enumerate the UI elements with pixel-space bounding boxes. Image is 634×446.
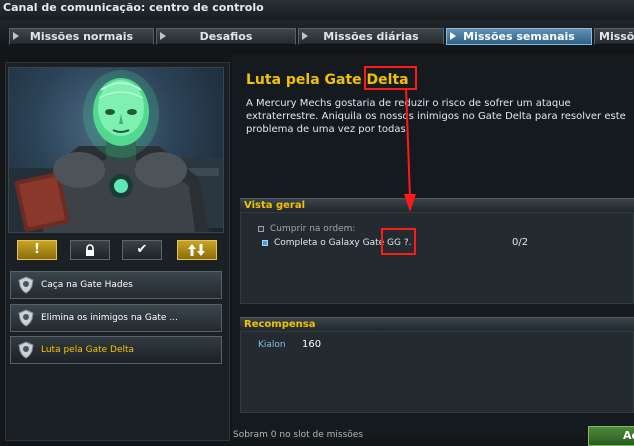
tab-missoes-semanais[interactable]: Missões semanais xyxy=(446,28,592,45)
reward-heading: Recompensa xyxy=(240,317,634,331)
exclamation-button[interactable]: ! xyxy=(17,240,57,260)
tab-missoes-normais[interactable]: Missões normais xyxy=(9,28,154,45)
mission-giver-portrait xyxy=(8,67,224,233)
lock-icon xyxy=(86,244,94,256)
mission-shield-icon xyxy=(18,276,34,294)
tab-missoes-diarias[interactable]: Missões diárias xyxy=(298,28,444,45)
tab-label: Missões diárias xyxy=(323,30,419,43)
mission-label: Caça na Gate Hades xyxy=(41,280,133,290)
order-checkbox xyxy=(258,226,264,232)
tab-label: Missões semanais xyxy=(463,30,575,43)
chevron-right-icon xyxy=(160,32,166,40)
annotation-box-objective xyxy=(381,228,416,255)
annotation-box-title xyxy=(364,66,417,90)
reward-value: 160 xyxy=(302,339,322,350)
mission-item-caca-gate-hades[interactable]: Caça na Gate Hades xyxy=(10,271,222,299)
order-label: Cumprir na ordem: xyxy=(270,224,356,234)
mission-label: Luta pela Gate Delta xyxy=(41,345,135,355)
accept-button[interactable]: Ac xyxy=(588,426,634,446)
title-bar: Canal de comunicação: centro de controlo xyxy=(0,0,634,21)
robot-character-image xyxy=(9,70,223,232)
chevron-right-icon xyxy=(13,32,19,40)
chevron-right-icon xyxy=(302,32,308,40)
annotation-arrow xyxy=(404,88,416,212)
objective-progress: 0/2 xyxy=(512,237,529,248)
mission-shield-icon xyxy=(18,341,34,359)
checkmark-button[interactable]: ✔ xyxy=(122,240,162,260)
lock-button[interactable] xyxy=(70,240,110,260)
tab-bar: Missões normais Desafios Missões diárias… xyxy=(0,20,634,52)
objective-bullet-icon xyxy=(262,240,268,246)
sort-arrows-icon xyxy=(188,244,205,256)
overview-heading: Vista geral xyxy=(240,198,634,212)
sort-button[interactable] xyxy=(177,240,217,260)
window-title: Canal de comunicação: centro de controlo xyxy=(3,1,264,14)
reward-box xyxy=(240,331,634,413)
exclamation-icon: ! xyxy=(34,242,40,257)
tab-missoes[interactable]: Missões xyxy=(594,28,634,45)
mission-item-elimina-inimigos[interactable]: Elimina os inimigos na Gate ... xyxy=(10,304,222,332)
tab-label: Missões normais xyxy=(29,30,134,43)
checkmark-icon: ✔ xyxy=(136,242,148,257)
reward-label: Kialon xyxy=(258,340,286,350)
tab-label: Missões xyxy=(599,30,634,43)
tab-desafios[interactable]: Desafios xyxy=(156,28,296,45)
mission-description: A Mercury Mechs gostaria de reduzir o ri… xyxy=(246,98,626,135)
mission-label: Elimina os inimigos na Gate ... xyxy=(41,313,178,323)
mission-shield-icon xyxy=(18,309,34,327)
tab-label: Desafios xyxy=(199,30,253,43)
mission-item-luta-gate-delta[interactable]: Luta pela Gate Delta xyxy=(10,336,222,364)
chevron-right-icon xyxy=(450,32,456,40)
